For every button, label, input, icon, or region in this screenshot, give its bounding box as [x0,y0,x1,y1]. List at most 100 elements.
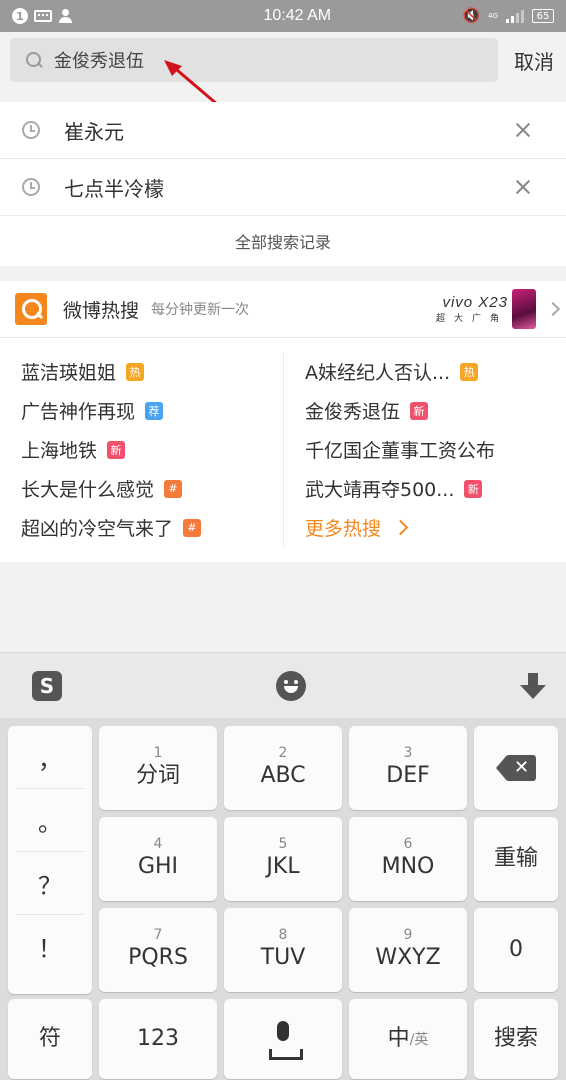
punctuation-column[interactable]: ， 。 ？ ！ [8,726,92,994]
search-box[interactable] [10,38,498,82]
hot-item-text: 金俊秀退伍 [305,401,401,423]
hot-item-text: 上海地铁 [21,440,98,462]
hot-item[interactable]: 千亿国企董事工资公布 [305,430,566,469]
exclamation-key[interactable]: ！ [16,915,84,978]
signal-icon [506,9,524,23]
key-label: 重输 [493,846,538,871]
clock-icon [22,121,40,139]
key-0[interactable]: 0 [474,908,558,992]
hot-list-right: A妹经纪人否认... 热 金俊秀退伍新 千亿国企董事工资公布 武大靖再夺500..… [283,352,566,547]
hot-item-text: A妹经纪人否认... [305,362,451,384]
ad-banner[interactable]: vivo X23 超大广角 [435,289,561,329]
search-key[interactable]: 搜索 [474,999,558,1079]
hide-keyboard-icon[interactable] [520,671,546,701]
key-label: 符 [38,1026,61,1051]
cancel-button[interactable]: 取消 [514,46,556,75]
hot-item[interactable]: 金俊秀退伍新 [305,391,566,430]
hot-search-panel: 微博热搜 每分钟更新一次 vivo X23 超大广角 蓝洁瑛姐姐热 广告神作再现… [0,281,566,562]
topic-badge: # [183,518,202,537]
hot-search-title: 微博热搜 [63,299,140,322]
more-hot-search-label: 更多热搜 [305,518,382,540]
hot-item[interactable]: 上海地铁新 [21,430,283,469]
hot-item[interactable]: 蓝洁瑛姐姐热 [21,352,283,391]
weibo-logo-icon [15,293,47,325]
key-label: 中 [387,1026,410,1051]
history-item-text: 七点半冷檬 [64,176,164,201]
number-switch-key[interactable]: 123 [99,999,217,1079]
key-label: ABC [260,763,306,788]
hot-item-text: 蓝洁瑛姐姐 [21,362,117,384]
key-9[interactable]: 9 WXYZ [349,908,467,992]
key-1[interactable]: 1 分词 [99,726,217,810]
symbol-key[interactable]: 符 [8,999,92,1079]
key-number: 8 [278,927,288,943]
hot-item[interactable]: 武大靖再夺500... 新 [305,469,566,508]
period-key[interactable]: 。 [16,789,84,852]
phone-image [512,289,536,329]
hot-search-header[interactable]: 微博热搜 每分钟更新一次 vivo X23 超大广角 [0,281,566,338]
key-label: MNO [381,854,435,879]
key-number: 4 [153,836,163,852]
hot-item[interactable]: 广告神作再现荐 [21,391,283,430]
key-2[interactable]: 2 ABC [224,726,342,810]
network-type: 4G [488,12,498,20]
history-item[interactable]: 七点半冷檬 [0,159,566,216]
keyboard-toolbar: S [0,652,566,718]
hot-item[interactable]: 长大是什么感觉 # [21,469,283,508]
hot-item-text: 武大靖再夺500... [305,479,455,501]
language-switch-key[interactable]: 中 /英 [349,999,467,1079]
key-6[interactable]: 6 MNO [349,817,467,901]
contact-icon [58,9,74,23]
hot-badge: 热 [460,362,479,381]
reenter-key[interactable]: 重输 [474,817,558,901]
key-sublabel: /英 [409,1032,429,1048]
all-history-link[interactable]: 全部搜索记录 [0,216,566,266]
more-hot-search-link[interactable]: 更多热搜 [305,508,566,547]
key-label: JKL [266,854,300,879]
recommend-badge: 荐 [145,401,164,420]
key-label: TUV [260,945,306,970]
mute-icon: 🔇 [462,8,481,24]
key-5[interactable]: 5 JKL [224,817,342,901]
key-8[interactable]: 8 TUV [224,908,342,992]
comma-key[interactable]: ， [16,726,84,789]
key-3[interactable]: 3 DEF [349,726,467,810]
new-badge: 新 [410,401,429,420]
emoji-icon[interactable] [276,670,306,701]
history-item[interactable]: 崔永元 [0,102,566,159]
hot-item[interactable]: 超凶的冷空气来了 # [21,508,283,547]
key-number: 9 [403,927,413,943]
search-header: 取消 [0,32,566,88]
key-label: GHI [137,854,179,879]
search-input[interactable] [54,49,454,71]
key-label: 0 [509,937,523,962]
search-icon [26,52,42,68]
close-icon[interactable] [506,170,540,204]
ad-brand: vivo X23 [442,294,508,311]
key-label: DEF [386,763,430,788]
sogou-logo-icon[interactable]: S [32,670,62,701]
question-key[interactable]: ？ [16,852,84,915]
search-history: 崔永元 七点半冷檬 全部搜索记录 [0,102,566,266]
key-number: 3 [403,745,413,761]
hot-item[interactable]: A妹经纪人否认... 热 [305,352,566,391]
new-badge: 新 [107,440,126,459]
battery-icon: 65 [532,9,554,23]
backspace-key[interactable]: ✕ [474,726,558,810]
hot-search-subtitle: 每分钟更新一次 [151,302,250,318]
key-4[interactable]: 4 GHI [99,817,217,901]
close-icon[interactable] [506,113,540,147]
key-7[interactable]: 7 PQRS [99,908,217,992]
key-number: 2 [278,745,288,761]
key-label: 分词 [135,763,180,788]
ad-slogan: 超大广角 [435,314,508,324]
topic-badge: # [164,479,183,498]
key-label: PQRS [128,945,188,970]
new-badge: 新 [464,479,483,498]
hot-list-left: 蓝洁瑛姐姐热 广告神作再现荐 上海地铁新 长大是什么感觉 # 超凶的冷空气来了 # [0,352,283,547]
key-number: 1 [153,745,163,761]
chevron-right-icon [545,301,561,317]
hot-item-text: 长大是什么感觉 [21,479,155,501]
voice-key[interactable] [224,999,342,1079]
hot-item-text: 超凶的冷空气来了 [21,518,174,540]
